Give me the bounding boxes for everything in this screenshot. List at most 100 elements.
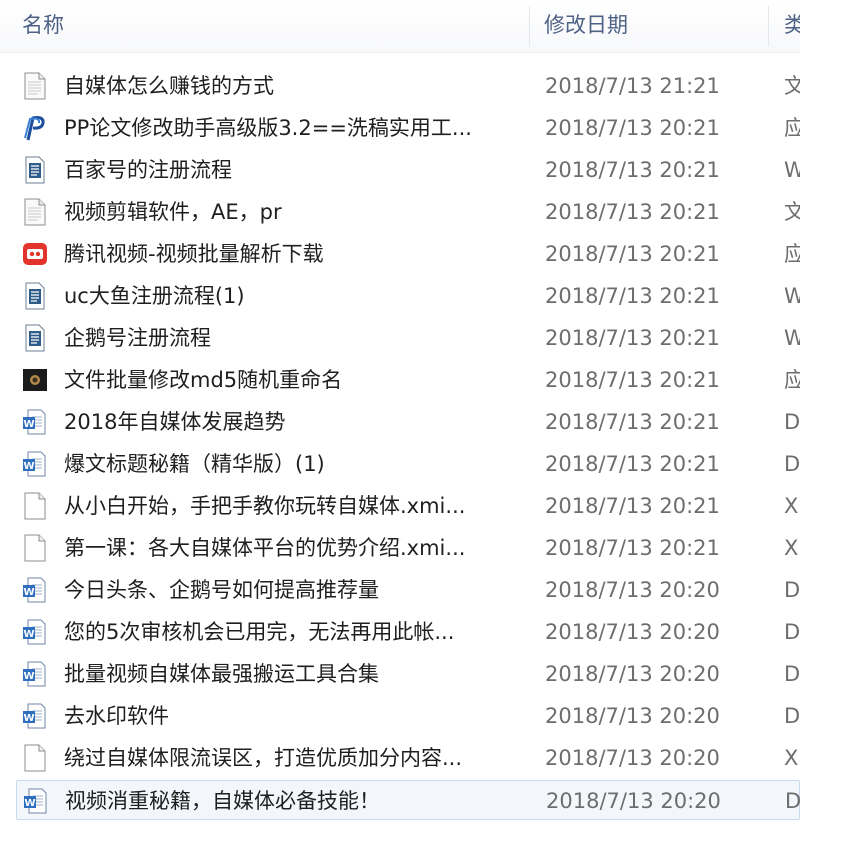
file-name: 视频消重秘籍，自媒体必备技能！ bbox=[65, 789, 380, 813]
file-name: 自媒体怎么赚钱的方式 bbox=[64, 74, 274, 98]
file-modified-date: 2018/7/13 20:21 bbox=[545, 158, 720, 182]
file-type: 应 bbox=[784, 368, 800, 392]
file-name: 文件批量修改md5随机重命名 bbox=[64, 368, 343, 392]
file-modified-date: 2018/7/13 20:20 bbox=[545, 578, 720, 602]
file-modified-date: 2018/7/13 20:21 bbox=[545, 242, 720, 266]
file-row[interactable]: W 批量视频自媒体最强搬运工具合集 2018/7/13 20:20 D bbox=[16, 654, 800, 694]
file-type: X bbox=[784, 536, 799, 560]
file-row[interactable]: 腾讯视频-视频批量解析下载 2018/7/13 20:21 应 bbox=[16, 234, 800, 274]
pp-app-icon bbox=[22, 114, 48, 142]
blank-file-icon bbox=[22, 744, 48, 772]
file-type: W bbox=[784, 158, 800, 182]
text-file-icon bbox=[22, 198, 48, 226]
file-type: 应 bbox=[784, 242, 800, 266]
file-type: X bbox=[784, 494, 799, 518]
file-row[interactable]: W 爆文标题秘籍（精华版）(1) 2018/7/13 20:21 D bbox=[16, 444, 800, 484]
file-modified-date: 2018/7/13 20:21 bbox=[545, 494, 720, 518]
file-modified-date: 2018/7/13 20:21 bbox=[545, 200, 720, 224]
word-doc-icon: W bbox=[23, 787, 49, 815]
file-type: D bbox=[784, 620, 800, 644]
file-type: D bbox=[785, 789, 800, 813]
file-row[interactable]: W 您的5次审核机会已用完，无法再用此帐... 2018/7/13 20:20 D bbox=[16, 612, 800, 652]
file-name: uc大鱼注册流程(1) bbox=[64, 284, 245, 308]
word-doc-icon: W bbox=[22, 702, 48, 730]
file-modified-date: 2018/7/13 20:21 bbox=[545, 368, 720, 392]
svg-text:W: W bbox=[23, 629, 34, 640]
file-modified-date: 2018/7/13 20:21 bbox=[545, 452, 720, 476]
file-modified-date: 2018/7/13 20:21 bbox=[545, 116, 720, 140]
file-modified-date: 2018/7/13 20:21 bbox=[545, 284, 720, 308]
word-doc-icon: W bbox=[22, 660, 48, 688]
file-row[interactable]: 企鹅号注册流程 2018/7/13 20:21 W bbox=[16, 318, 800, 358]
blank-file-icon bbox=[22, 492, 48, 520]
file-type: D bbox=[784, 452, 800, 476]
file-name: 2018年自媒体发展趋势 bbox=[64, 410, 286, 434]
file-name: 批量视频自媒体最强搬运工具合集 bbox=[64, 662, 379, 686]
file-row[interactable]: uc大鱼注册流程(1) 2018/7/13 20:21 W bbox=[16, 276, 800, 316]
file-type: 文 bbox=[784, 200, 800, 224]
file-row[interactable]: PP论文修改助手高级版3.2==洗稿实用工... 2018/7/13 20:21 应 bbox=[16, 108, 800, 148]
file-type: 文 bbox=[784, 74, 800, 98]
file-list-pane: 名称 修改日期 类 自媒体怎么赚钱的方式 2018/7/13 21:21 文 PP论文… bbox=[0, 0, 800, 823]
file-modified-date: 2018/7/13 20:20 bbox=[545, 704, 720, 728]
file-row[interactable]: 百家号的注册流程 2018/7/13 20:21 W bbox=[16, 150, 800, 190]
column-header: 名称 修改日期 类 bbox=[0, 0, 800, 53]
file-type: W bbox=[784, 284, 800, 308]
file-name: 从小白开始，手把手教你玩转自媒体.xmi... bbox=[64, 494, 466, 518]
svg-text:W: W bbox=[23, 419, 34, 430]
column-header-type[interactable]: 类 bbox=[784, 0, 800, 52]
file-row[interactable]: W 视频消重秘籍，自媒体必备技能！ 2018/7/13 20:20 D bbox=[16, 780, 800, 820]
file-name: 您的5次审核机会已用完，无法再用此帐... bbox=[64, 620, 455, 644]
svg-text:W: W bbox=[23, 671, 34, 682]
file-modified-date: 2018/7/13 20:20 bbox=[545, 620, 720, 644]
file-modified-date: 2018/7/13 21:21 bbox=[545, 74, 720, 98]
file-row[interactable]: 从小白开始，手把手教你玩转自媒体.xmi... 2018/7/13 20:21 X bbox=[16, 486, 800, 526]
dark-app-icon bbox=[22, 366, 48, 394]
file-type: X bbox=[784, 746, 799, 770]
file-name: 爆文标题秘籍（精华版）(1) bbox=[64, 452, 325, 476]
file-row[interactable]: 自媒体怎么赚钱的方式 2018/7/13 21:21 文 bbox=[16, 66, 800, 106]
file-row[interactable]: 文件批量修改md5随机重命名 2018/7/13 20:21 应 bbox=[16, 360, 800, 400]
file-name: 视频剪辑软件，AE，pr bbox=[64, 200, 282, 224]
word-doc-icon: W bbox=[22, 618, 48, 646]
file-name: 去水印软件 bbox=[64, 704, 169, 728]
file-row[interactable]: W 今日头条、企鹅号如何提高推荐量 2018/7/13 20:20 D bbox=[16, 570, 800, 610]
file-type: W bbox=[784, 326, 800, 350]
svg-text:W: W bbox=[23, 587, 34, 598]
word-doc-icon: W bbox=[22, 576, 48, 604]
file-row[interactable]: 绕过自媒体限流误区，打造优质加分内容... 2018/7/13 20:20 X bbox=[16, 738, 800, 778]
file-name: 企鹅号注册流程 bbox=[64, 326, 211, 350]
file-type: D bbox=[784, 662, 800, 686]
wps-doc-icon bbox=[22, 282, 48, 310]
file-modified-date: 2018/7/13 20:21 bbox=[545, 410, 720, 434]
file-type: D bbox=[784, 704, 800, 728]
svg-text:W: W bbox=[23, 713, 34, 724]
file-modified-date: 2018/7/13 20:20 bbox=[545, 662, 720, 686]
file-name: 今日头条、企鹅号如何提高推荐量 bbox=[64, 578, 379, 602]
text-file-icon bbox=[22, 72, 48, 100]
blank-file-icon bbox=[22, 534, 48, 562]
file-row[interactable]: W 去水印软件 2018/7/13 20:20 D bbox=[16, 696, 800, 736]
word-doc-icon: W bbox=[22, 408, 48, 436]
column-header-date[interactable]: 修改日期 bbox=[544, 0, 628, 52]
wps-doc-icon bbox=[22, 156, 48, 184]
file-modified-date: 2018/7/13 20:21 bbox=[545, 536, 720, 560]
file-modified-date: 2018/7/13 20:21 bbox=[545, 326, 720, 350]
wps-doc-icon bbox=[22, 324, 48, 352]
column-divider[interactable] bbox=[529, 6, 530, 46]
file-type: D bbox=[784, 410, 800, 434]
word-doc-icon: W bbox=[22, 450, 48, 478]
file-name: 百家号的注册流程 bbox=[64, 158, 232, 182]
file-name: PP论文修改助手高级版3.2==洗稿实用工... bbox=[64, 116, 472, 140]
file-type: 应 bbox=[784, 116, 800, 140]
file-row[interactable]: 视频剪辑软件，AE，pr 2018/7/13 20:21 文 bbox=[16, 192, 800, 232]
file-modified-date: 2018/7/13 20:20 bbox=[545, 746, 720, 770]
column-header-name[interactable]: 名称 bbox=[22, 0, 64, 52]
file-name: 绕过自媒体限流误区，打造优质加分内容... bbox=[64, 746, 463, 770]
file-name: 腾讯视频-视频批量解析下载 bbox=[64, 242, 324, 266]
column-divider[interactable] bbox=[768, 6, 769, 46]
file-row[interactable]: W 2018年自媒体发展趋势 2018/7/13 20:21 D bbox=[16, 402, 800, 442]
svg-text:W: W bbox=[24, 798, 35, 809]
file-type: D bbox=[784, 578, 800, 602]
file-row[interactable]: 第一课：各大自媒体平台的优势介绍.xmi... 2018/7/13 20:21 X bbox=[16, 528, 800, 568]
